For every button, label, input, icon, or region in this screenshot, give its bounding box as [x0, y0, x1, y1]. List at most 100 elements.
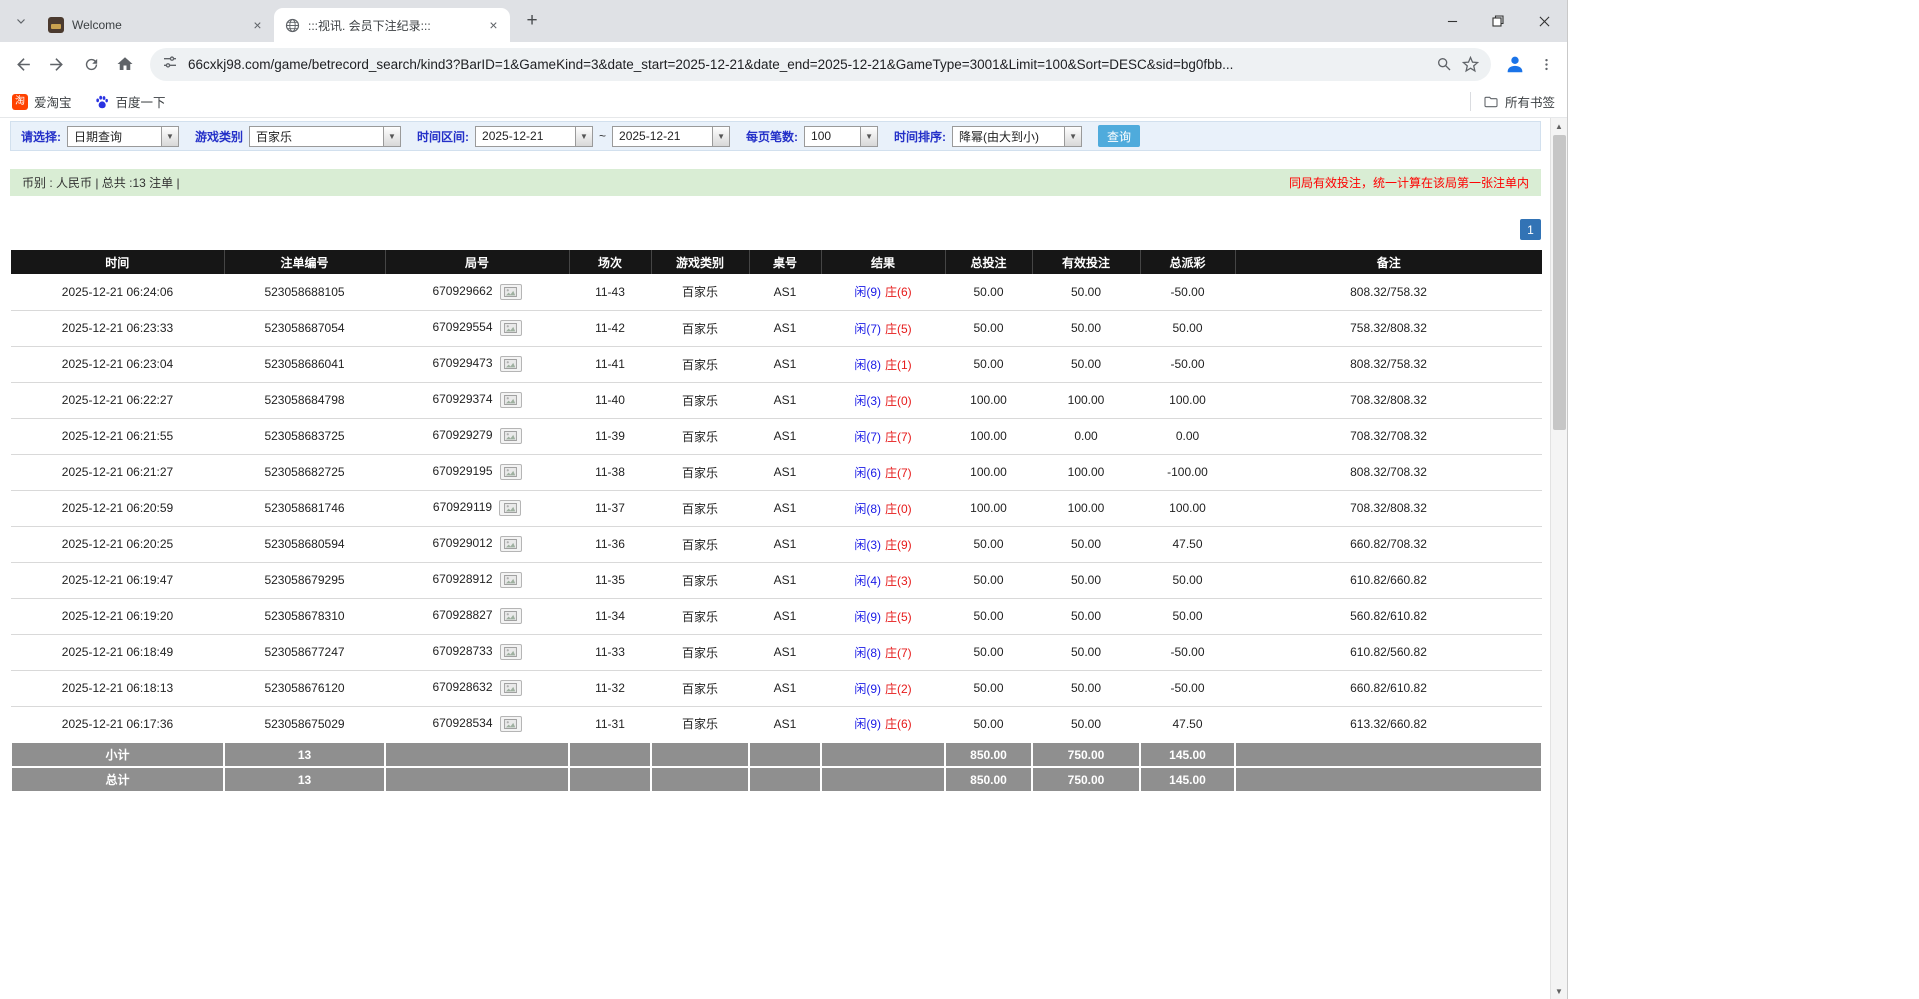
game-type-select[interactable]: 百家乐 ▼ [249, 126, 401, 147]
tab-title: Welcome [72, 18, 249, 32]
round-number: 670929119 [433, 500, 492, 514]
tab-welcome[interactable]: Welcome × [38, 8, 274, 42]
video-replay-icon[interactable] [500, 284, 522, 300]
window-controls [1429, 0, 1567, 42]
table-no: AS1 [749, 526, 821, 562]
table-row: 2025-12-21 06:23:33 523058687054 6709295… [11, 310, 1542, 346]
bookmark-star-icon[interactable] [1462, 56, 1479, 73]
refresh-button[interactable] [74, 47, 108, 81]
bookmark-taobao[interactable]: 淘 爱淘宝 [12, 92, 72, 111]
page-scrollbar[interactable]: ▲ ▼ [1550, 118, 1567, 999]
valid-bet: 50.00 [1032, 598, 1140, 634]
session: 11-39 [569, 418, 651, 454]
session: 11-33 [569, 634, 651, 670]
tab-close-icon[interactable]: × [249, 17, 266, 34]
video-replay-icon[interactable] [500, 320, 522, 336]
subtotal-label: 小计 [11, 742, 224, 767]
round-number: 670929662 [432, 284, 492, 298]
bet-id: 523058677247 [224, 634, 385, 670]
bookmark-baidu[interactable]: 百度一下 [94, 92, 166, 111]
minimize-button[interactable] [1429, 0, 1475, 42]
tab-title: :::视讯. 会员下注纪录::: [308, 17, 485, 34]
video-replay-icon[interactable] [500, 572, 522, 588]
date-end-select[interactable]: 2025-12-21 ▼ [612, 126, 730, 147]
bet-time: 2025-12-21 06:21:27 [11, 454, 224, 490]
video-replay-icon[interactable] [500, 536, 522, 552]
payout: -50.00 [1140, 634, 1235, 670]
subtotal-total-bet: 850.00 [945, 742, 1032, 767]
table-no: AS1 [749, 670, 821, 706]
payout: 47.50 [1140, 706, 1235, 742]
video-replay-icon[interactable] [499, 500, 521, 516]
all-bookmarks-button[interactable]: 所有书签 [1470, 92, 1555, 111]
round-cell: 670928733 [385, 634, 569, 670]
page-button-1[interactable]: 1 [1520, 219, 1541, 240]
date-start-select[interactable]: 2025-12-21 ▼ [475, 126, 593, 147]
back-button[interactable] [6, 47, 40, 81]
remark: 808.32/758.32 [1235, 274, 1542, 310]
site-info-icon[interactable] [162, 54, 178, 75]
per-page-select[interactable]: 100 ▼ [804, 126, 878, 147]
chevron-down-icon[interactable]: ▼ [161, 127, 178, 146]
total-payout: 145.00 [1140, 767, 1235, 792]
new-tab-button[interactable]: + [518, 7, 546, 35]
tab-close-icon[interactable]: × [485, 17, 502, 34]
forward-button[interactable] [40, 47, 74, 81]
taobao-icon: 淘 [12, 94, 28, 110]
browser-window: Welcome × :::视讯. 会员下注纪录::: × + [0, 0, 1568, 999]
video-replay-icon[interactable] [500, 644, 522, 660]
bet-id: 523058678310 [224, 598, 385, 634]
result-cell: 闲(9)庄(6) [821, 706, 945, 742]
video-replay-icon[interactable] [500, 392, 522, 408]
date-end-value: 2025-12-21 [613, 127, 712, 146]
session: 11-35 [569, 562, 651, 598]
scroll-up-icon[interactable]: ▲ [1551, 118, 1567, 134]
chevron-down-icon[interactable]: ▼ [712, 127, 729, 146]
close-button[interactable] [1521, 0, 1567, 42]
session: 11-41 [569, 346, 651, 382]
remark: 660.82/708.32 [1235, 526, 1542, 562]
menu-dots-icon[interactable] [1531, 48, 1561, 80]
remark: 708.32/808.32 [1235, 382, 1542, 418]
query-type-select[interactable]: 日期查询 ▼ [67, 126, 179, 147]
valid-bet: 50.00 [1032, 706, 1140, 742]
chevron-down-icon[interactable]: ▼ [1064, 127, 1081, 146]
player-result: 闲(8) [854, 358, 881, 372]
tab-bet-records[interactable]: :::视讯. 会员下注纪录::: × [274, 8, 510, 42]
video-replay-icon[interactable] [500, 356, 522, 372]
player-result: 闲(7) [854, 322, 881, 336]
chevron-down-icon[interactable]: ▼ [575, 127, 592, 146]
scrollbar-thumb[interactable] [1553, 135, 1566, 430]
globe-favicon [284, 17, 300, 33]
zoom-icon[interactable] [1436, 56, 1452, 72]
home-button[interactable] [108, 47, 142, 81]
profile-icon[interactable] [1499, 48, 1531, 80]
chevron-down-icon[interactable]: ▼ [383, 127, 400, 146]
payout: 47.50 [1140, 526, 1235, 562]
video-replay-icon[interactable] [500, 464, 522, 480]
bet-id: 523058684798 [224, 382, 385, 418]
sort-select[interactable]: 降幂(由大到小) ▼ [952, 126, 1082, 147]
total-count: 13 [224, 767, 385, 792]
table-no: AS1 [749, 706, 821, 742]
tab-search-button[interactable] [8, 8, 34, 34]
browser-toolbar: 66cxkj98.com/game/betrecord_search/kind3… [0, 42, 1567, 86]
restore-button[interactable] [1475, 0, 1521, 42]
chevron-down-icon[interactable]: ▼ [860, 127, 877, 146]
bookmark-label: 爱淘宝 [34, 92, 72, 111]
remark: 808.32/708.32 [1235, 454, 1542, 490]
scroll-down-icon[interactable]: ▼ [1551, 983, 1567, 999]
search-button[interactable]: 查询 [1098, 125, 1140, 147]
address-bar[interactable]: 66cxkj98.com/game/betrecord_search/kind3… [150, 48, 1491, 81]
total-bet: 50.00 [945, 634, 1032, 670]
payout: 100.00 [1140, 382, 1235, 418]
per-page-value: 100 [805, 127, 860, 146]
video-replay-icon[interactable] [500, 716, 522, 732]
url-text[interactable]: 66cxkj98.com/game/betrecord_search/kind3… [188, 57, 1426, 72]
video-replay-icon[interactable] [500, 680, 522, 696]
video-replay-icon[interactable] [500, 428, 522, 444]
video-replay-icon[interactable] [500, 608, 522, 624]
result-cell: 闲(8)庄(0) [821, 490, 945, 526]
col-session: 场次 [569, 250, 651, 274]
round-cell: 670929119 [385, 490, 569, 526]
